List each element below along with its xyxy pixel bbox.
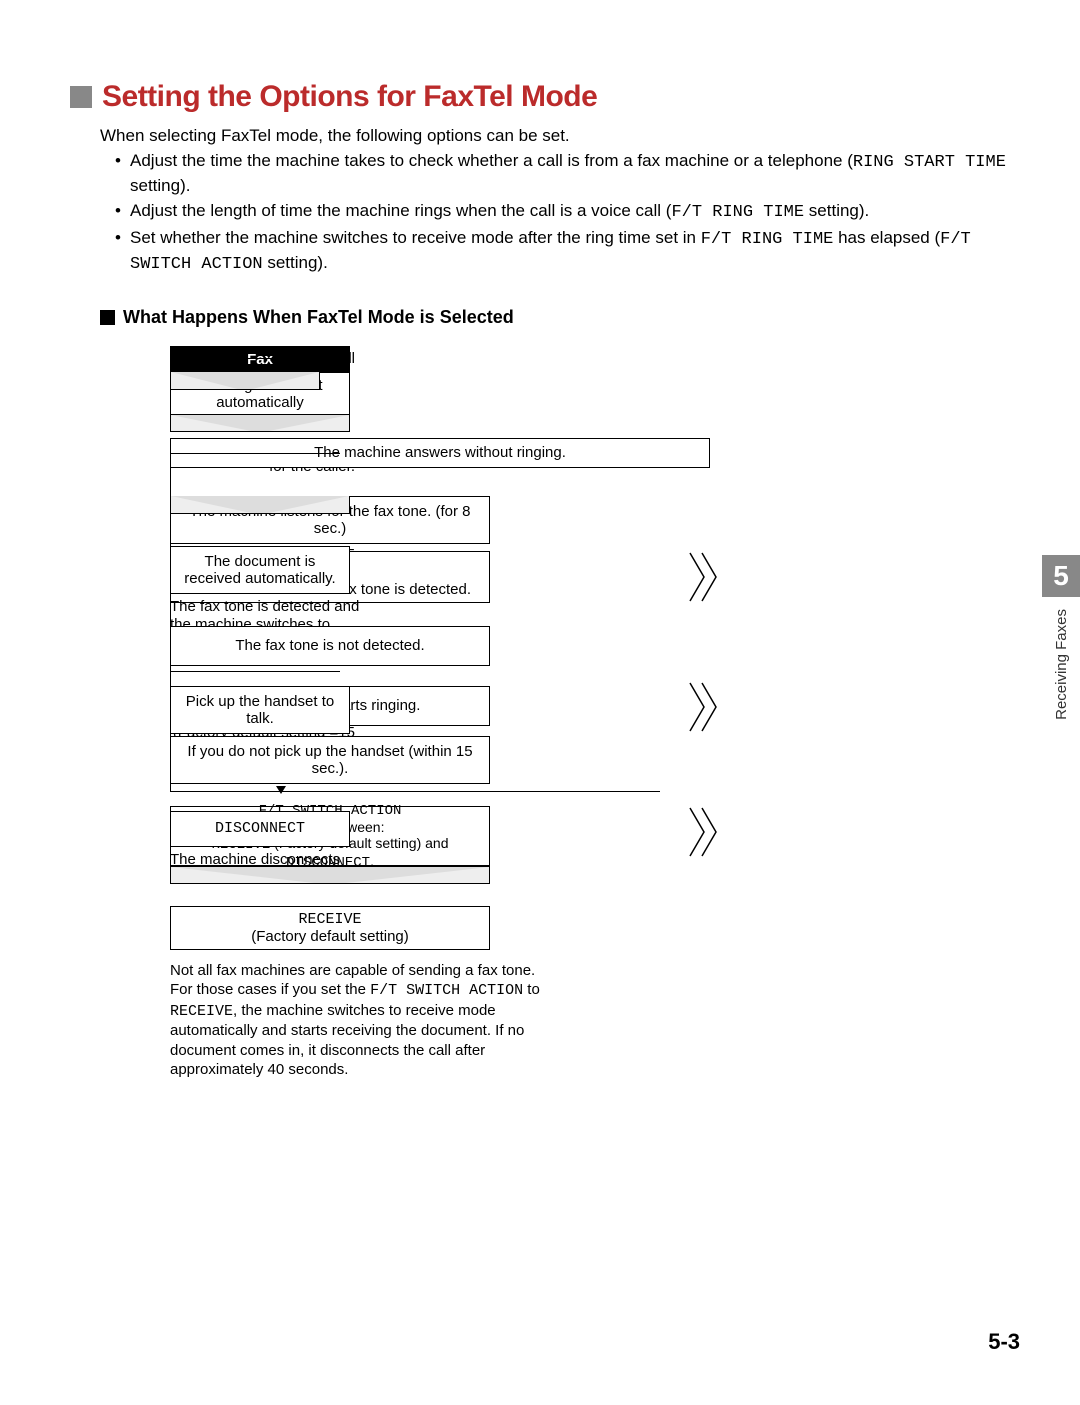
tone-not-detected-box: The fax tone is not detected.: [170, 626, 490, 666]
options-list: Adjust the time the machine takes to che…: [115, 150, 1020, 277]
option-3: Set whether the machine switches to rece…: [115, 227, 1020, 277]
option-2: Adjust the length of time the machine ri…: [115, 200, 1020, 225]
doc-received-box: The document is received automatically.: [170, 546, 350, 594]
no-pickup-box: If you do not pick up the handset (withi…: [170, 736, 490, 784]
page-heading: Setting the Options for FaxTel Mode: [102, 80, 597, 114]
chapter-label: Receiving Faxes: [1053, 609, 1070, 720]
option-1: Adjust the time the machine takes to che…: [115, 150, 1020, 198]
chapter-number: 5: [1042, 555, 1080, 597]
subheading-bullet-icon: [100, 310, 115, 325]
chevron-right-icon: [688, 551, 722, 603]
funnel-4: [170, 496, 350, 514]
receive-box: RECEIVE (Factory default setting): [170, 906, 490, 950]
footnote-text: Not all fax machines are capable of send…: [170, 961, 540, 1080]
funnel-5: [170, 866, 490, 884]
disconnect-box: DISCONNECT: [170, 811, 350, 847]
page-number: 5-3: [988, 1329, 1020, 1355]
heading-bullet-icon: [70, 86, 92, 108]
chapter-tab: 5 Receiving Faxes: [1042, 555, 1080, 720]
pickup-box: Pick up the handset to talk.: [170, 686, 350, 734]
chevron-right-icon: [688, 681, 722, 733]
subheading: What Happens When FaxTel Mode is Selecte…: [123, 307, 514, 328]
fax-header-2: Fax: [170, 346, 350, 373]
chevron-right-icon: [688, 806, 722, 858]
intro-text: When selecting FaxTel mode, the followin…: [100, 126, 1020, 146]
funnel-1: [170, 372, 320, 390]
flowchart-diagram: Type of call Telephone Fax Fax Sending d…: [170, 346, 1020, 1106]
funnel-3: [170, 414, 350, 432]
